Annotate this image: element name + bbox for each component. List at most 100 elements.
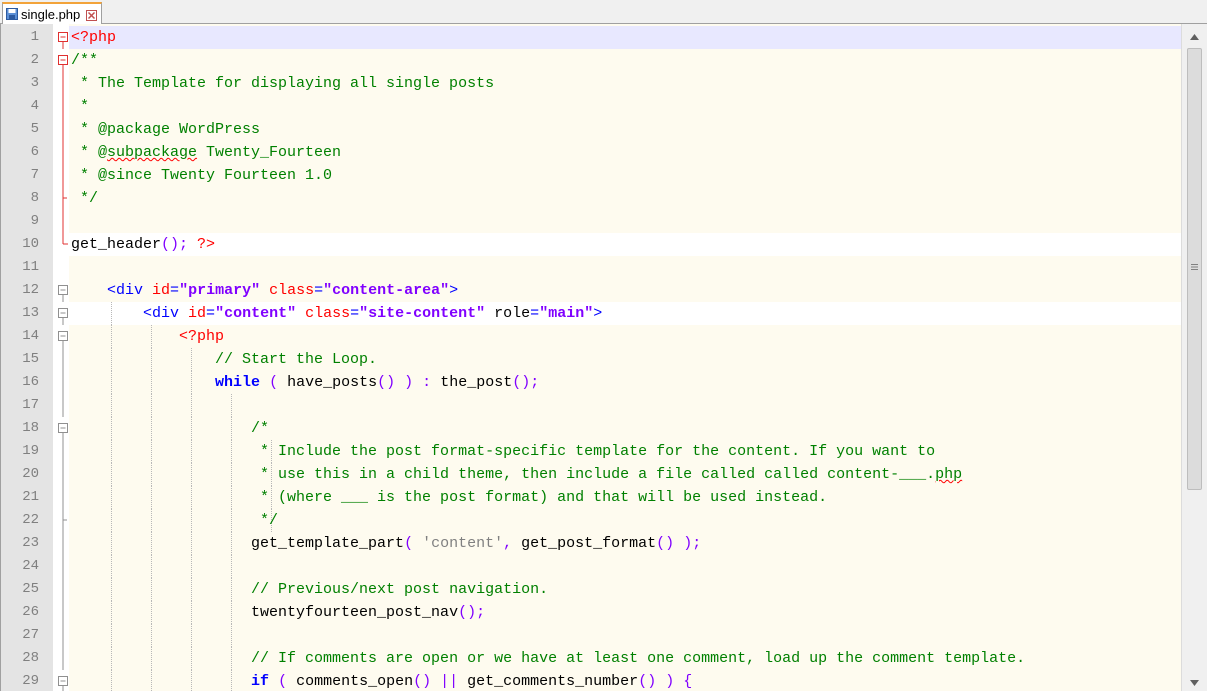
code-token: {: [683, 673, 693, 690]
code-token: ||: [440, 673, 459, 690]
indent-guide: [151, 624, 152, 647]
code-token: comments_open: [287, 673, 414, 690]
code-token: * use this in a child theme, then includ…: [251, 466, 936, 483]
code-token: get_template_part: [251, 535, 405, 552]
code-line[interactable]: 14 <?php: [1, 325, 1181, 348]
line-number: 23: [22, 535, 39, 551]
code-line[interactable]: 10 get_header(); ?>: [1, 233, 1181, 256]
code-token: >: [449, 282, 459, 299]
indent-guide: [231, 624, 232, 647]
code-line[interactable]: 5 * @package WordPress: [1, 118, 1181, 141]
code-token: * @since Twenty Fourteen 1.0: [71, 167, 333, 184]
code-text: // Previous/next post navigation.: [71, 578, 548, 601]
code-line[interactable]: 25 // Previous/next post navigation.: [1, 578, 1181, 601]
code-token: =: [530, 305, 540, 322]
scroll-up-arrow-icon[interactable]: [1186, 28, 1203, 45]
fold-toggle-icon[interactable]: [58, 49, 68, 72]
code-text: if ( comments_open() || get_comments_num…: [71, 670, 692, 691]
code-text: while ( have_posts() ) : the_post();: [71, 371, 539, 394]
fold-line-icon: [58, 601, 68, 624]
fold-line-icon: [58, 141, 68, 164]
scroll-down-arrow-icon[interactable]: [1186, 674, 1203, 691]
fold-toggle-icon[interactable]: [58, 279, 68, 302]
grip-icon: [1191, 264, 1198, 270]
indent-guide: [191, 555, 192, 578]
code-line[interactable]: 11: [1, 256, 1181, 279]
code-token: * Include the post format-specific templ…: [251, 443, 936, 460]
line-number: 25: [22, 581, 39, 597]
close-icon[interactable]: [86, 9, 98, 21]
fold-line-icon: [58, 348, 68, 371]
code-line[interactable]: 9: [1, 210, 1181, 233]
line-background: [69, 233, 1181, 256]
code-line[interactable]: 8 */: [1, 187, 1181, 210]
code-line[interactable]: 7 * @since Twenty Fourteen 1.0: [1, 164, 1181, 187]
code-line[interactable]: 12 <div id="primary" class="content-area…: [1, 279, 1181, 302]
line-number: 15: [22, 351, 39, 367]
vertical-scrollbar[interactable]: [1181, 24, 1207, 691]
code-line[interactable]: 26 twentyfourteen_post_nav();: [1, 601, 1181, 624]
fold-toggle-icon[interactable]: [58, 417, 68, 440]
code-line[interactable]: 18 /*: [1, 417, 1181, 440]
line-number: 7: [30, 167, 39, 183]
line-number: 8: [30, 190, 39, 206]
code-line[interactable]: 6 * @subpackage Twenty_Fourteen: [1, 141, 1181, 164]
code-token: ();: [512, 374, 540, 391]
code-token: <?php: [179, 328, 225, 345]
fold-toggle-icon[interactable]: [58, 26, 68, 49]
code-line[interactable]: 2 /**: [1, 49, 1181, 72]
code-line[interactable]: 17: [1, 394, 1181, 417]
code-text: */: [71, 509, 278, 532]
code-text: * @package WordPress: [71, 118, 260, 141]
fold-line-icon: [58, 532, 68, 555]
code-line[interactable]: 22 */: [1, 509, 1181, 532]
code-text: get_header(); ?>: [71, 233, 215, 256]
code-token: ?>: [197, 236, 216, 253]
scrollbar-thumb[interactable]: [1187, 48, 1202, 490]
fold-line-icon: [58, 95, 68, 118]
code-line[interactable]: 19 * Include the post format-specific te…: [1, 440, 1181, 463]
code-text: /**: [71, 49, 98, 72]
code-line[interactable]: 1 <?php: [1, 26, 1181, 49]
code-line[interactable]: 15 // Start the Loop.: [1, 348, 1181, 371]
code-line[interactable]: 27: [1, 624, 1181, 647]
code-token: /**: [71, 52, 99, 69]
code-line[interactable]: 24: [1, 555, 1181, 578]
code-line[interactable]: 3 * The Template for displaying all sing…: [1, 72, 1181, 95]
fold-line-icon: [58, 210, 68, 233]
code-line[interactable]: 13 <div id="content" class="site-content…: [1, 302, 1181, 325]
line-background: [69, 256, 1181, 279]
code-token: ();: [161, 236, 189, 253]
code-line[interactable]: 29 if ( comments_open() || get_comments_…: [1, 670, 1181, 691]
line-number: 19: [22, 443, 39, 459]
line-number: 12: [22, 282, 39, 298]
code-token: (): [638, 673, 657, 690]
indent-guide: [111, 394, 112, 417]
code-token: Twenty_Fourteen: [197, 144, 342, 161]
fold-toggle-icon[interactable]: [58, 325, 68, 348]
tab-single-php[interactable]: single.php: [2, 2, 103, 24]
code-line[interactable]: 23 get_template_part( 'content', get_pos…: [1, 532, 1181, 555]
code-line[interactable]: 20 * use this in a child theme, then inc…: [1, 463, 1181, 486]
fold-toggle-icon[interactable]: [58, 670, 68, 691]
code-token: /*: [251, 420, 270, 437]
code-editor[interactable]: 1 <?php 2/** 3 * The Template for displayin…: [0, 24, 1207, 691]
code-text: <div id="primary" class="content-area">: [71, 279, 458, 302]
code-line[interactable]: 21 * (where ___ is the post format) and …: [1, 486, 1181, 509]
code-line[interactable]: 4 *: [1, 95, 1181, 118]
code-line[interactable]: 28 // If comments are open or we have at…: [1, 647, 1181, 670]
fold-toggle-icon[interactable]: [58, 302, 68, 325]
code-token: */: [251, 512, 279, 529]
fold-line-icon: [58, 440, 68, 463]
code-line[interactable]: 16 while ( have_posts() ) : the_post();: [1, 371, 1181, 394]
